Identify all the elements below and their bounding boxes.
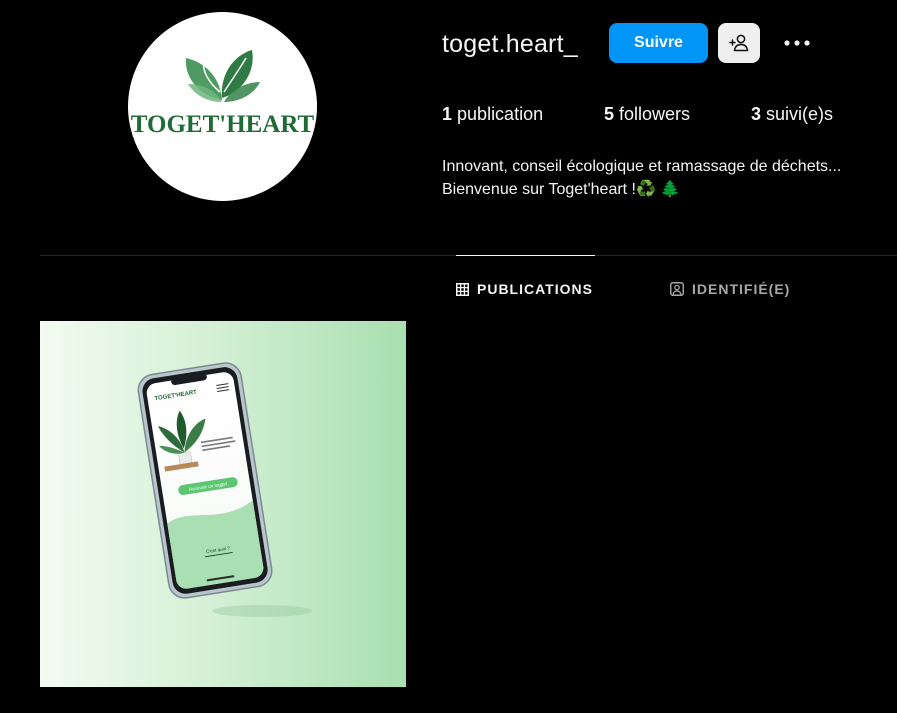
stat-followers[interactable]: 5 followers	[604, 104, 690, 125]
bio-line-2: Bienvenue sur Toget'heart !♻️ 🌲	[442, 181, 681, 198]
following-label: suivi(e)s	[766, 104, 834, 124]
active-tab-indicator	[456, 255, 595, 256]
more-horizontal-icon	[784, 40, 810, 46]
more-options-button[interactable]	[780, 28, 814, 58]
add-friend-button[interactable]	[718, 23, 760, 63]
followers-count: 5	[604, 104, 615, 124]
tab-tagged[interactable]: IDENTIFIÉ(E)	[670, 280, 790, 298]
username: toget.heart_	[442, 30, 578, 58]
toget-heart-logo: TOGET'HEART	[131, 50, 315, 138]
tab-publications-label: PUBLICATIONS	[477, 281, 593, 297]
posts-label: publication	[457, 104, 544, 124]
grid-icon	[456, 282, 469, 296]
post-image: TOGET'HEART Recevoir un togget C'est quo	[40, 321, 406, 687]
bio-line-1: Innovant, conseil écologique et ramassag…	[442, 158, 842, 175]
tab-publications[interactable]: PUBLICATIONS	[456, 280, 593, 298]
follow-button[interactable]: Suivre	[609, 23, 708, 63]
following-count: 3	[751, 104, 762, 124]
profile-page: TOGET'HEART toget.heart_ Suivre 1 public…	[0, 0, 897, 713]
avatar-logo-text: TOGET'HEART	[131, 111, 315, 138]
stat-posts: 1 publication	[442, 104, 543, 125]
profile-bio: Innovant, conseil écologique et ramassag…	[442, 155, 841, 201]
add-person-icon	[729, 34, 749, 52]
posts-count: 1	[442, 104, 453, 124]
post-tile[interactable]: TOGET'HEART Recevoir un togget C'est quo	[40, 321, 406, 687]
stat-following[interactable]: 3 suivi(e)s	[751, 104, 833, 125]
tagged-icon	[670, 282, 684, 296]
followers-label: followers	[619, 104, 691, 124]
profile-avatar[interactable]: TOGET'HEART	[128, 12, 317, 201]
tab-tagged-label: IDENTIFIÉ(E)	[692, 281, 791, 297]
